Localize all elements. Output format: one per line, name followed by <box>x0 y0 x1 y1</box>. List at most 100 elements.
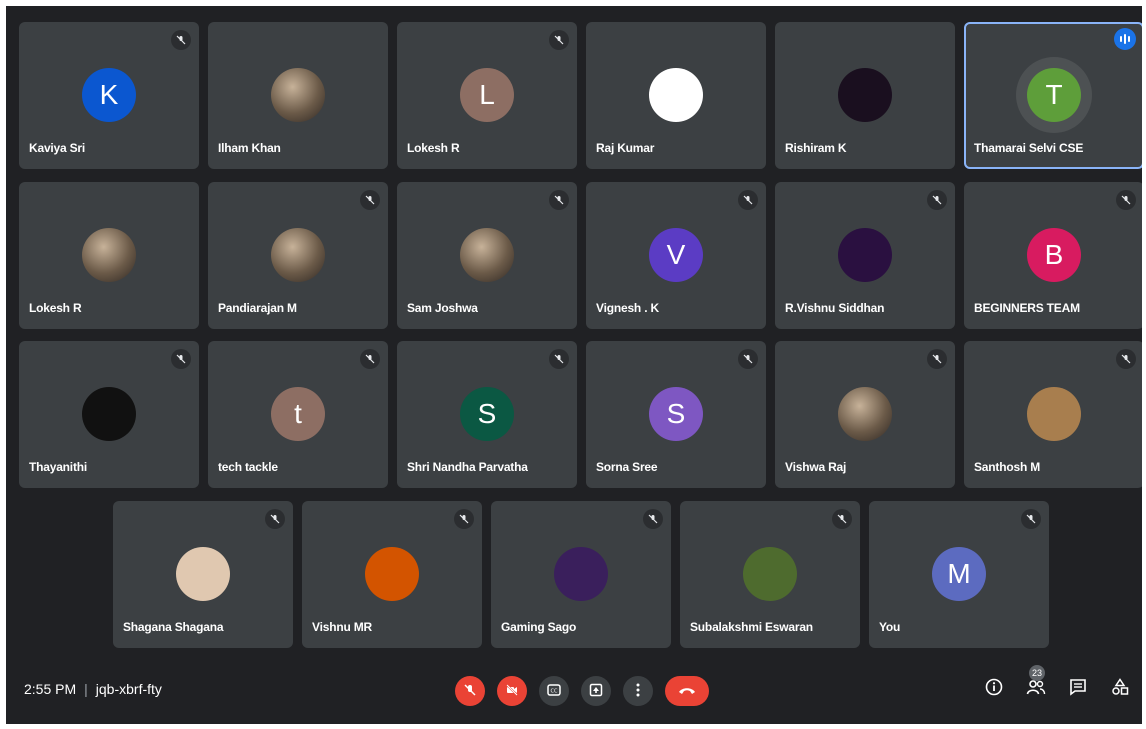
grid-row-1: K Kaviya Sri Ilham Khan L Lokesh R Raj Kumar R… <box>19 22 1142 169</box>
mic-muted-icon <box>360 190 380 210</box>
participant-tile[interactable]: V Vignesh . K <box>586 182 766 329</box>
mic-muted-icon <box>1116 190 1136 210</box>
participant-tile[interactable]: Pandiarajan M <box>208 182 388 329</box>
participant-tile[interactable]: Sam Joshwa <box>397 182 577 329</box>
participant-name: Thayanithi <box>29 460 88 474</box>
captions-button[interactable]: CC <box>539 676 569 706</box>
participant-name: Shri Nandha Parvatha <box>407 460 528 474</box>
meeting-toolbar: 2:55 PM | jqb-xbrf-fty CC 23 <box>6 656 1142 724</box>
mic-muted-icon <box>1021 509 1041 529</box>
avatar <box>271 228 325 282</box>
participant-tile[interactable]: Thayanithi <box>19 341 199 488</box>
grid-row-4: Shagana Shagana Vishnu MR Gaming Sago Subal… <box>113 501 1049 648</box>
avatar: K <box>82 68 136 122</box>
participant-name: Sam Joshwa <box>407 301 478 315</box>
participant-tile[interactable]: Subalakshmi Eswaran <box>680 501 860 648</box>
participant-tile[interactable]: Raj Kumar <box>586 22 766 169</box>
meeting-code: jqb-xbrf-fty <box>95 681 162 697</box>
present-button[interactable] <box>581 676 611 706</box>
participant-name: Sorna Sree <box>596 460 658 474</box>
participant-name: Thamarai Selvi CSE <box>974 141 1084 155</box>
avatar <box>838 68 892 122</box>
mic-muted-icon <box>549 30 569 50</box>
more-vert-icon <box>636 683 640 700</box>
mic-muted-icon <box>549 349 569 369</box>
mic-muted-icon <box>360 349 380 369</box>
participant-grid: K Kaviya Sri Ilham Khan L Lokesh R Raj Kumar R… <box>6 6 1142 656</box>
avatar: T <box>1027 68 1081 122</box>
mic-muted-icon <box>549 190 569 210</box>
avatar <box>838 387 892 441</box>
leave-call-button[interactable] <box>665 676 709 706</box>
chat-icon <box>1069 678 1087 701</box>
avatar: S <box>460 387 514 441</box>
participant-tile[interactable]: S Sorna Sree <box>586 341 766 488</box>
chat-button[interactable] <box>1068 678 1088 700</box>
participant-name: Santhosh M <box>974 460 1040 474</box>
meet-window: K Kaviya Sri Ilham Khan L Lokesh R Raj Kumar R… <box>6 6 1142 724</box>
mic-muted-icon <box>171 30 191 50</box>
mic-muted-icon <box>927 190 947 210</box>
more-options-button[interactable] <box>623 676 653 706</box>
participant-tile[interactable]: Vishwa Raj <box>775 341 955 488</box>
meeting-info-button[interactable] <box>984 678 1004 700</box>
participant-tile[interactable]: Ilham Khan <box>208 22 388 169</box>
avatar-initial: t <box>294 398 302 429</box>
avatar-initial: L <box>479 79 495 110</box>
participant-tile[interactable]: R.Vishnu Siddhan <box>775 182 955 329</box>
participant-tile[interactable]: Rishiram K <box>775 22 955 169</box>
participant-name: Gaming Sago <box>501 620 577 634</box>
avatar: M <box>932 547 986 601</box>
mic-toggle-button[interactable] <box>455 676 485 706</box>
avatar-initial: K <box>99 79 119 110</box>
participant-tile[interactable]: Gaming Sago <box>491 501 671 648</box>
mic-muted-icon <box>738 349 758 369</box>
participant-count-badge: 23 <box>1029 665 1046 681</box>
info-icon <box>985 678 1003 701</box>
participant-name: Lokesh R <box>29 301 82 315</box>
mic-muted-icon <box>927 349 947 369</box>
mic-muted-icon <box>832 509 852 529</box>
participant-name: Vishwa Raj <box>785 460 847 474</box>
avatar: L <box>460 68 514 122</box>
avatar-initial: S <box>477 398 497 429</box>
grid-row-3: Thayanithi t tech tackle S Shri Nandha Parva… <box>19 341 1142 488</box>
camera-off-icon <box>505 683 519 700</box>
participant-tile[interactable]: T Thamarai Selvi CSE <box>964 22 1142 169</box>
avatar <box>271 68 325 122</box>
avatar <box>460 228 514 282</box>
participant-tile[interactable]: S Shri Nandha Parvatha <box>397 341 577 488</box>
participant-tile[interactable]: L Lokesh R <box>397 22 577 169</box>
activities-button[interactable] <box>1110 677 1130 700</box>
avatar <box>365 547 419 601</box>
captions-icon: CC <box>547 683 561 699</box>
mic-muted-icon <box>171 349 191 369</box>
participant-tile[interactable]: B BEGINNERS TEAM <box>964 182 1142 329</box>
avatar <box>1027 387 1081 441</box>
participant-name: Raj Kumar <box>596 141 655 155</box>
participant-tile[interactable]: Lokesh R <box>19 182 199 329</box>
participant-tile[interactable]: t tech tackle <box>208 341 388 488</box>
mic-muted-icon <box>265 509 285 529</box>
participant-tile[interactable]: Santhosh M <box>964 341 1142 488</box>
avatar-initial: T <box>1045 79 1063 110</box>
present-icon <box>589 683 603 700</box>
svg-text:CC: CC <box>551 688 558 694</box>
people-button[interactable]: 23 <box>1026 665 1046 700</box>
camera-toggle-button[interactable] <box>497 676 527 706</box>
call-end-icon <box>678 684 696 699</box>
participant-tile[interactable]: K Kaviya Sri <box>19 22 199 169</box>
participant-tile[interactable]: M You <box>869 501 1049 648</box>
avatar-initial: M <box>947 558 971 589</box>
avatar <box>82 228 136 282</box>
participant-name: Rishiram K <box>785 141 847 155</box>
speaking-indicator-icon <box>1114 28 1136 50</box>
avatar-initial: B <box>1044 239 1064 270</box>
mic-muted-icon <box>738 190 758 210</box>
avatar <box>649 68 703 122</box>
avatar <box>554 547 608 601</box>
side-panel-tools: 23 <box>984 665 1130 700</box>
participant-name: Vignesh . K <box>596 301 659 315</box>
participant-tile[interactable]: Vishnu MR <box>302 501 482 648</box>
participant-tile[interactable]: Shagana Shagana <box>113 501 293 648</box>
